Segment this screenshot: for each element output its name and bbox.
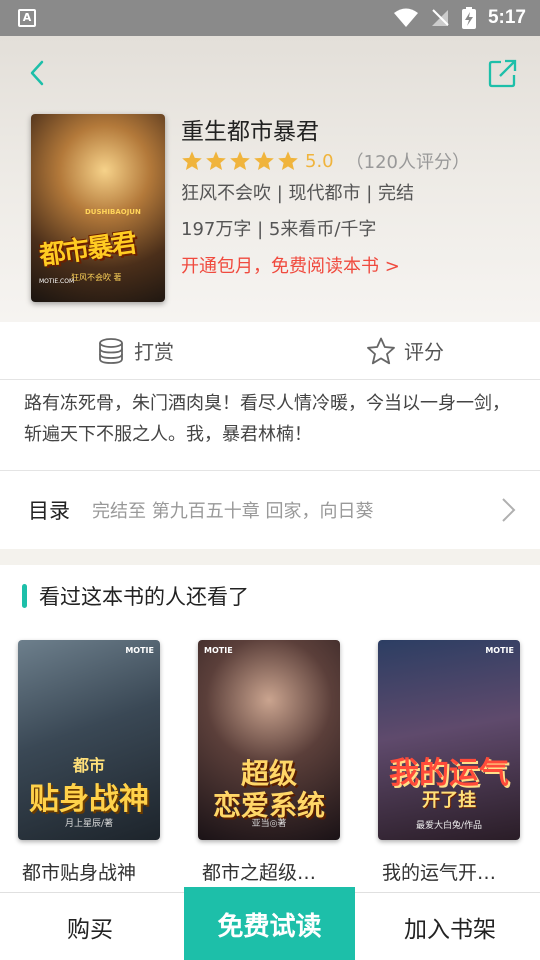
toc-latest-chapter: 完结至 第九百五十章 回家，向日葵 (92, 501, 374, 522)
rating-count: （120人评分） (345, 152, 470, 173)
monthly-subscription-link[interactable]: 开通包月，免费阅读本书 > (181, 252, 400, 278)
back-arrow-icon[interactable] (22, 56, 56, 90)
book-title: 重生都市暴君 (181, 119, 319, 145)
star-outline-icon (367, 337, 395, 364)
section-accent-bar (22, 584, 27, 608)
book-cover[interactable]: DUSHIBAOJUN 都市暴君 狂风不会吹 著 MOTIE.COM (31, 114, 165, 302)
recommend-header: 看过这本书的人还看了 (22, 583, 249, 609)
bottom-action-bar: 购买 免费试读 加入书架 (0, 887, 540, 960)
wifi-icon (393, 8, 418, 27)
status-icons: 5:17 (393, 0, 526, 36)
motie-logo: MOTIE (485, 646, 514, 655)
rating-score: 5.0 (305, 150, 334, 172)
action-row: 打赏 评分 (0, 322, 540, 380)
no-signal-icon (431, 9, 449, 26)
tip-label: 打赏 (134, 340, 174, 364)
star-filled-icon (182, 151, 202, 170)
cover-image: DUSHIBAOJUN 都市暴君 狂风不会吹 著 MOTIE.COM (31, 114, 165, 302)
recommend-item[interactable]: MOTIE 都市 贴身战神 月上星辰/著 都市贴身战神 (18, 640, 162, 885)
recommend-item[interactable]: MOTIE 超级 恋爱系统 亚当◎著 都市之超级… (198, 640, 342, 885)
book-header: DUSHIBAOJUN 都市暴君 狂风不会吹 著 MOTIE.COM 重生都市暴… (0, 36, 540, 322)
battery-charging-icon (461, 7, 476, 29)
share-icon[interactable] (486, 56, 520, 90)
recommend-cover-top: 都市 (72, 756, 105, 775)
book-meta-author-genre: 狂风不会吹 | 现代都市 | 完结 (181, 183, 415, 204)
book-meta-length-price: 197万字 | 5来看币/千字 (181, 219, 377, 240)
recommend-cover: MOTIE 都市 贴身战神 月上星辰/著 (18, 640, 160, 840)
motie-logo: MOTIE (125, 646, 154, 655)
add-to-shelf-button[interactable]: 加入书架 (360, 893, 540, 960)
recommend-title: 看过这本书的人还看了 (39, 585, 249, 609)
table-of-contents-row[interactable]: 目录 完结至 第九百五十章 回家，向日葵 (0, 470, 540, 549)
clock: 5:17 (487, 7, 526, 28)
recommend-item-title: 都市之超级… (202, 862, 317, 884)
cover-publisher: MOTIE.COM (39, 278, 75, 285)
recommend-cover-author: 最爱大白兔/作品 (415, 821, 483, 831)
recommend-cover-text: 贴身战神 (29, 782, 149, 817)
coins-icon (99, 337, 123, 364)
book-intro[interactable]: 路有冻死骨，朱门酒肉臭！看尽人情冷暖，今当以一身一剑，斩遍天下不服之人。我，暴君… (24, 388, 520, 450)
recommend-cover: MOTIE 我的运气 开了挂 最爱大白兔/作品 (378, 640, 520, 840)
chevron-right-icon (502, 498, 516, 522)
star-filled-icon (206, 151, 226, 170)
recommend-item-title: 都市贴身战神 (22, 862, 137, 884)
cover-author: 狂风不会吹 著 (71, 273, 122, 282)
tip-button[interactable]: 打赏 (0, 322, 270, 379)
star-filled-icon (230, 151, 250, 170)
recommend-cover-author: 亚当◎著 (251, 819, 287, 829)
free-read-button[interactable]: 免费试读 (184, 887, 355, 960)
recommend-cover-top: 开了挂 (422, 790, 476, 811)
status-bar: A 5:17 (0, 0, 540, 36)
recommend-cover: MOTIE 超级 恋爱系统 亚当◎著 (198, 640, 340, 840)
recommend-item-title: 我的运气开… (382, 862, 497, 884)
toc-label: 目录 (28, 499, 70, 523)
recommend-cover-author: 月上星辰/著 (64, 819, 114, 829)
buy-button[interactable]: 购买 (0, 893, 180, 960)
section-divider (0, 549, 540, 565)
recommend-item[interactable]: MOTIE 我的运气 开了挂 最爱大白兔/作品 我的运气开… (378, 640, 522, 885)
cover-subtitle: DUSHIBAOJUN (85, 208, 141, 216)
star-filled-icon (254, 151, 274, 170)
motie-logo: MOTIE (204, 646, 233, 655)
star-filled-icon (278, 151, 298, 170)
rate-button[interactable]: 评分 (270, 322, 540, 379)
rate-label: 评分 (404, 340, 444, 364)
rating-row: 5.0 （120人评分） (181, 148, 470, 174)
cover-title: 都市暴君 (37, 228, 137, 272)
app-badge-icon: A (18, 9, 36, 27)
rating-stars (181, 150, 299, 172)
